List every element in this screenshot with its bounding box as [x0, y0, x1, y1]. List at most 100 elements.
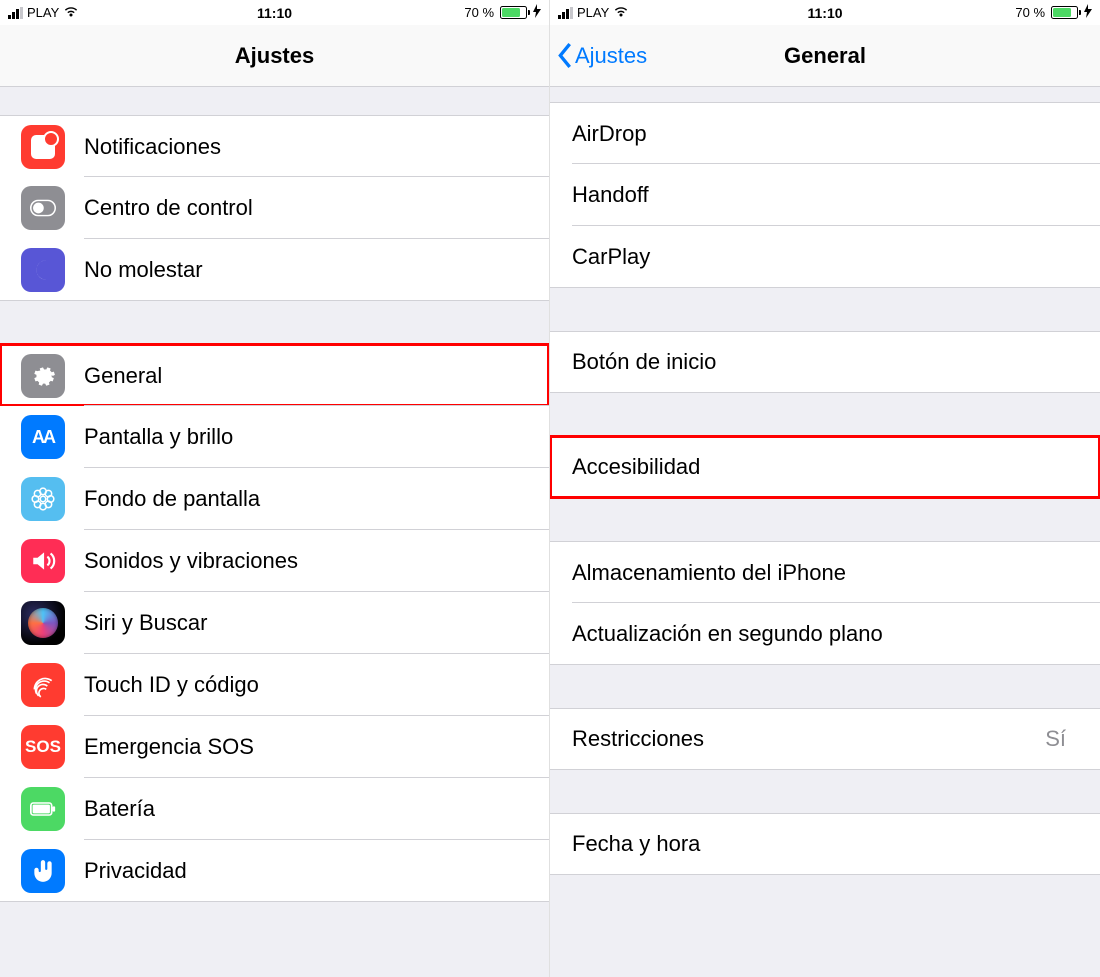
row-label: Pantalla y brillo: [84, 424, 521, 450]
row-sos[interactable]: SOS Emergencia SOS: [0, 716, 549, 778]
row-background-refresh[interactable]: Actualización en segundo plano: [550, 603, 1100, 665]
chevron-right-icon: [1072, 561, 1082, 584]
row-touch-id[interactable]: Touch ID y código: [0, 654, 549, 716]
speaker-icon: [21, 539, 65, 583]
chevron-right-icon: [521, 859, 531, 882]
chevron-right-icon: [1072, 456, 1082, 479]
row-handoff[interactable]: Handoff: [550, 164, 1100, 226]
wifi-icon: [63, 5, 79, 20]
chevron-right-icon: [1072, 622, 1082, 645]
chevron-right-icon: [521, 364, 531, 387]
row-label: Fecha y hora: [572, 831, 1072, 857]
battery-icon: [500, 6, 527, 19]
battery-percent: 70 %: [1015, 5, 1045, 20]
chevron-right-icon: [1072, 245, 1082, 268]
siri-icon: [21, 601, 65, 645]
battery-row-icon: [21, 787, 65, 831]
navbar: Ajustes: [0, 25, 549, 87]
chevron-right-icon: [521, 612, 531, 635]
status-bar: PLAY 11:10 70 %: [550, 0, 1100, 25]
chevron-right-icon: [521, 197, 531, 220]
chevron-right-icon: [1072, 122, 1082, 145]
clock: 11:10: [807, 5, 842, 21]
row-label: AirDrop: [572, 121, 1072, 147]
row-label: Touch ID y código: [84, 672, 521, 698]
row-label: Handoff: [572, 182, 1072, 208]
row-label: Privacidad: [84, 858, 521, 884]
moon-icon: [21, 248, 65, 292]
row-label: Accesibilidad: [572, 454, 1072, 480]
row-label: Restricciones: [572, 726, 1045, 752]
sos-icon: SOS: [21, 725, 65, 769]
cell-signal-icon: [558, 7, 573, 19]
chevron-right-icon: [521, 798, 531, 821]
status-bar: PLAY 11:10 70 %: [0, 0, 549, 25]
chevron-right-icon: [521, 550, 531, 573]
row-value: Sí: [1045, 726, 1066, 752]
clock: 11:10: [257, 5, 292, 21]
row-carplay[interactable]: CarPlay: [550, 226, 1100, 288]
carrier-label: PLAY: [577, 5, 609, 20]
row-label: Batería: [84, 796, 521, 822]
row-label: CarPlay: [572, 244, 1072, 270]
chevron-right-icon: [521, 426, 531, 449]
flower-icon: [21, 477, 65, 521]
gear-icon: [21, 354, 65, 398]
chevron-right-icon: [521, 258, 531, 281]
charging-icon: [1084, 4, 1092, 21]
row-notifications[interactable]: Notificaciones: [0, 115, 549, 177]
page-title: Ajustes: [0, 43, 549, 69]
row-label: Actualización en segundo plano: [572, 621, 1072, 647]
chevron-right-icon: [521, 135, 531, 158]
text-size-icon: AA: [21, 415, 65, 459]
row-label: General: [84, 363, 521, 389]
row-do-not-disturb[interactable]: No molestar: [0, 239, 549, 301]
back-button[interactable]: Ajustes: [550, 42, 647, 69]
row-label: Centro de control: [84, 195, 521, 221]
fingerprint-icon: [21, 663, 65, 707]
battery-icon: [1051, 6, 1078, 19]
carrier-label: PLAY: [27, 5, 59, 20]
row-airdrop[interactable]: AirDrop: [550, 102, 1100, 164]
row-general[interactable]: General: [0, 344, 549, 406]
control-center-icon: [21, 186, 65, 230]
chevron-right-icon: [521, 674, 531, 697]
row-sounds[interactable]: Sonidos y vibraciones: [0, 530, 549, 592]
wifi-icon: [613, 5, 629, 20]
chevron-right-icon: [521, 488, 531, 511]
chevron-right-icon: [1072, 833, 1082, 856]
row-label: Notificaciones: [84, 134, 521, 160]
chevron-right-icon: [1072, 184, 1082, 207]
row-label: No molestar: [84, 257, 521, 283]
charging-icon: [533, 4, 541, 21]
row-iphone-storage[interactable]: Almacenamiento del iPhone: [550, 541, 1100, 603]
general-list[interactable]: AirDrop Handoff CarPlay Botón de inicio …: [550, 87, 1100, 977]
general-screen: PLAY 11:10 70 % Ajustes General AirDrop …: [550, 0, 1100, 977]
row-label: Fondo de pantalla: [84, 486, 521, 512]
chevron-right-icon: [1072, 351, 1082, 374]
row-battery[interactable]: Batería: [0, 778, 549, 840]
row-home-button[interactable]: Botón de inicio: [550, 331, 1100, 393]
settings-screen: PLAY 11:10 70 % Ajustes Notificaciones C…: [0, 0, 550, 977]
row-accessibility[interactable]: Accesibilidad: [550, 436, 1100, 498]
cell-signal-icon: [8, 7, 23, 19]
chevron-right-icon: [521, 736, 531, 759]
row-label: Botón de inicio: [572, 349, 1072, 375]
row-restrictions[interactable]: Restricciones Sí: [550, 708, 1100, 770]
navbar: Ajustes General: [550, 25, 1100, 87]
hand-icon: [21, 849, 65, 893]
settings-list[interactable]: Notificaciones Centro de control No mole…: [0, 87, 549, 977]
row-label: Siri y Buscar: [84, 610, 521, 636]
notifications-icon: [21, 125, 65, 169]
row-label: Sonidos y vibraciones: [84, 548, 521, 574]
row-label: Emergencia SOS: [84, 734, 521, 760]
chevron-right-icon: [1072, 728, 1082, 751]
row-label: Almacenamiento del iPhone: [572, 560, 1072, 586]
battery-percent: 70 %: [464, 5, 494, 20]
row-display-brightness[interactable]: AA Pantalla y brillo: [0, 406, 549, 468]
row-date-time[interactable]: Fecha y hora: [550, 813, 1100, 875]
row-siri[interactable]: Siri y Buscar: [0, 592, 549, 654]
row-control-center[interactable]: Centro de control: [0, 177, 549, 239]
row-wallpaper[interactable]: Fondo de pantalla: [0, 468, 549, 530]
row-privacy[interactable]: Privacidad: [0, 840, 549, 902]
